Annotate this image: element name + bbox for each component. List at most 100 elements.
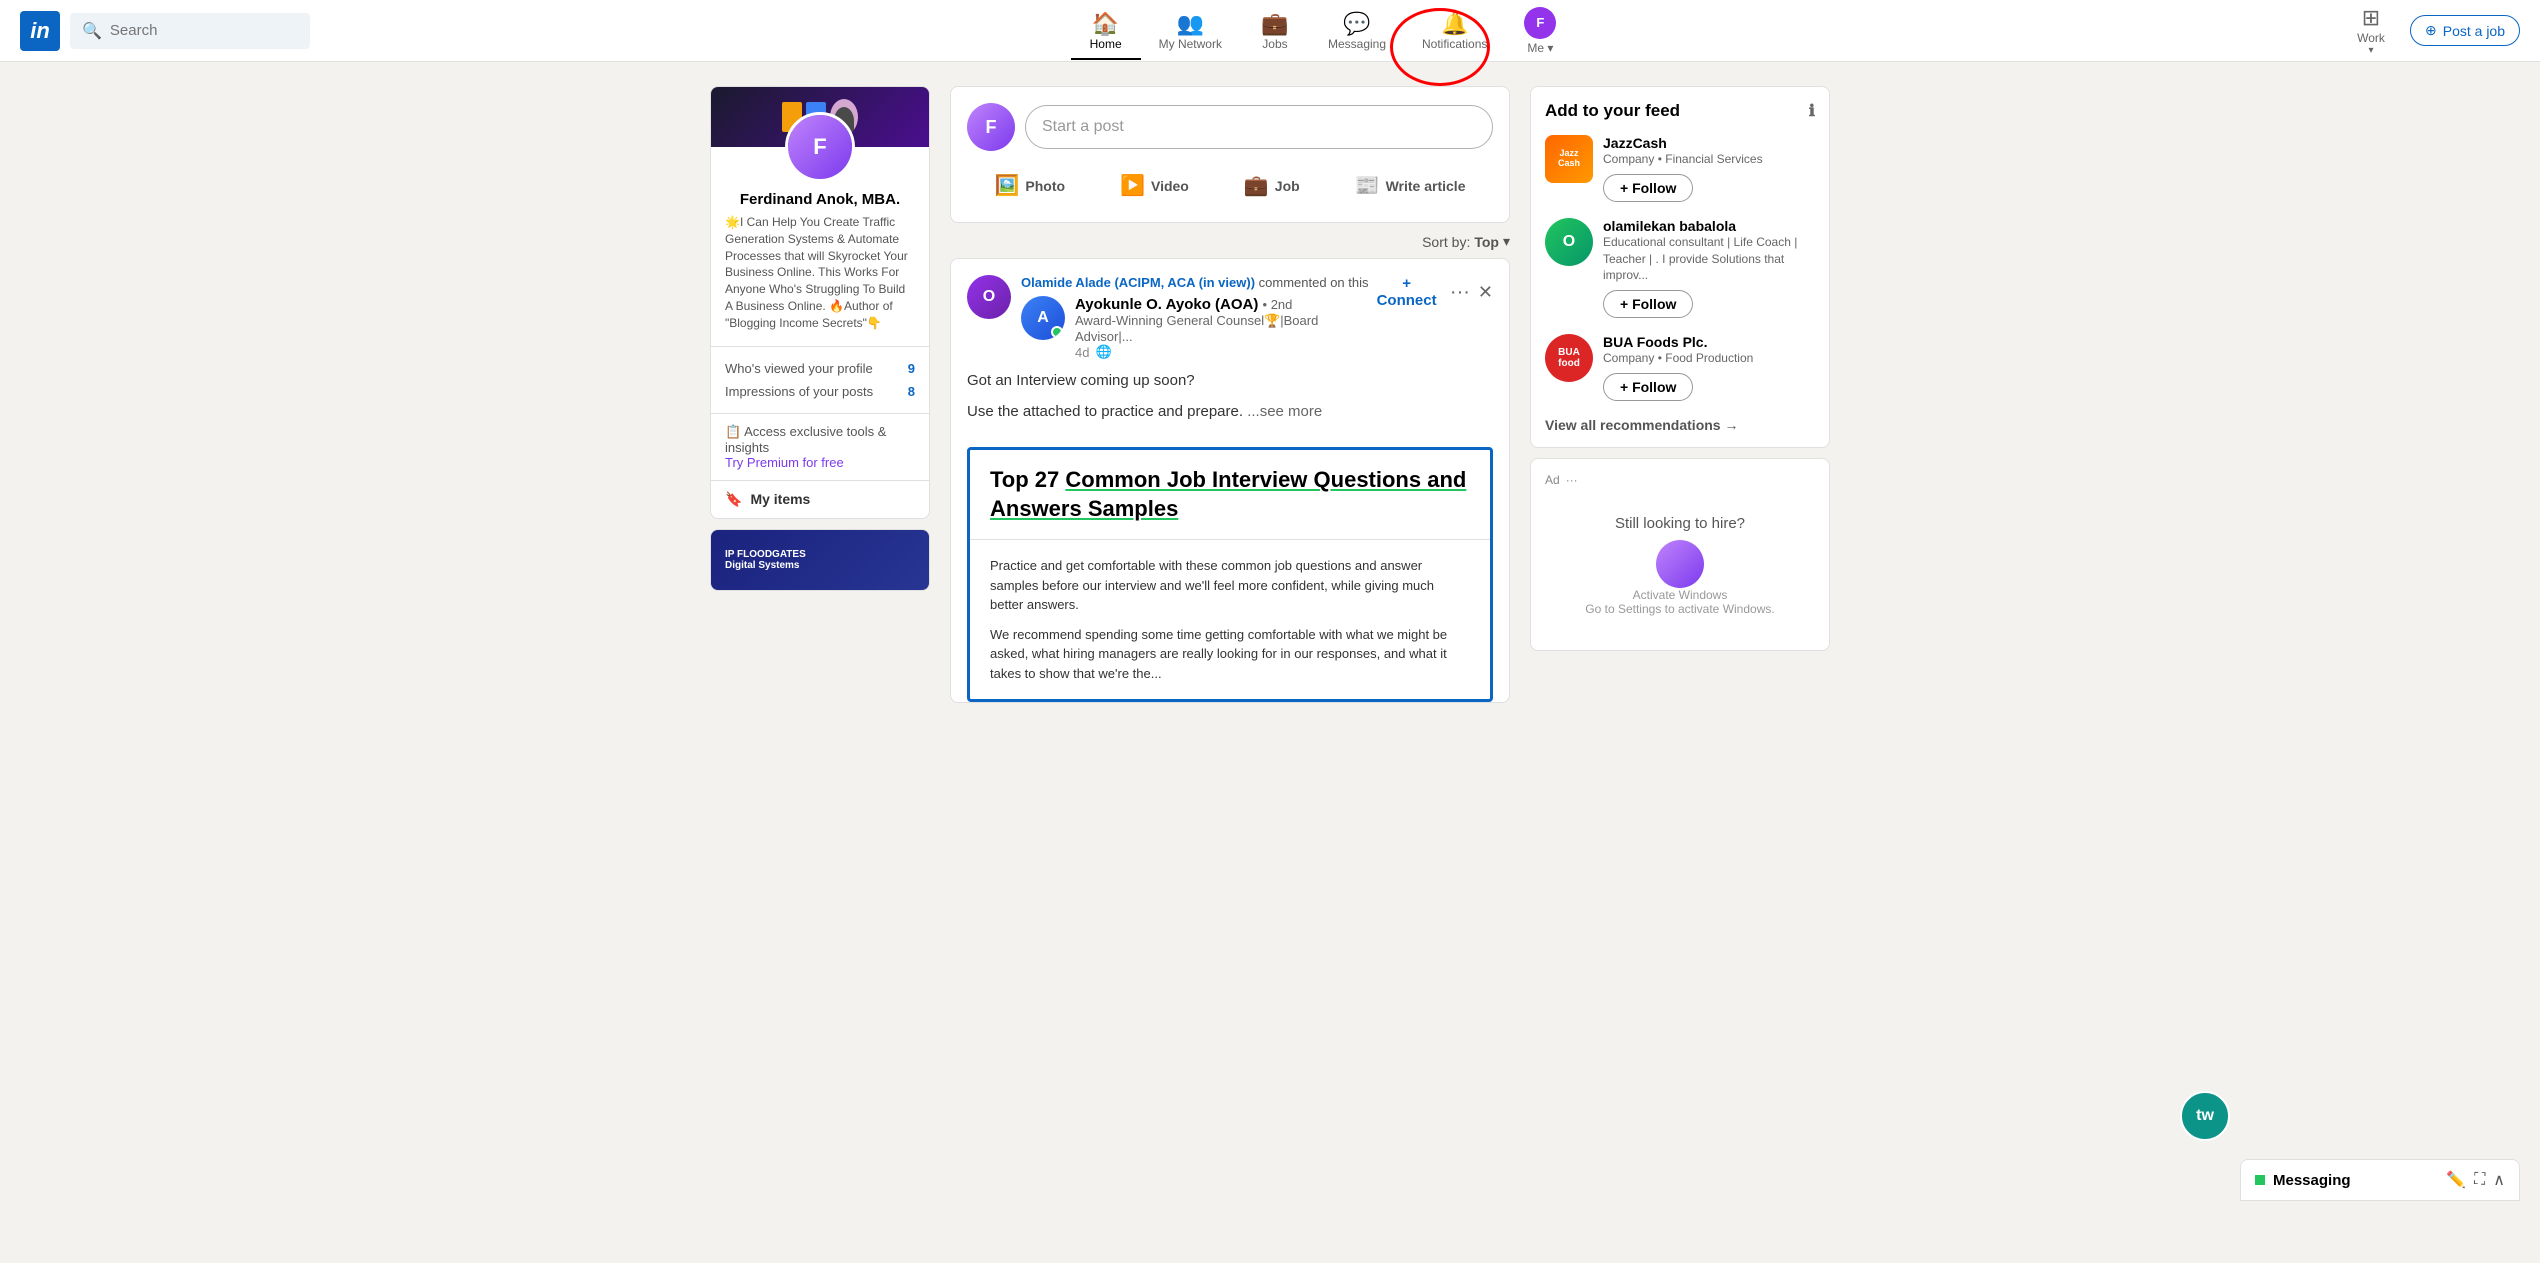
profile-name[interactable]: Ferdinand Anok, MBA. bbox=[725, 191, 915, 208]
poster-name[interactable]: Ayokunle O. Ayoko (AOA) • 2nd bbox=[1075, 296, 1371, 313]
premium-link[interactable]: Try Premium for free bbox=[725, 455, 844, 470]
post-action-job[interactable]: 💼 Job bbox=[1232, 165, 1312, 206]
header-right: ⊞ Work ▾ ⊕ Post a job bbox=[2336, 0, 2520, 64]
olamilekan-avatar: O bbox=[1545, 218, 1593, 266]
messaging-bar: Messaging ✏️ ⛶ ∧ bbox=[2240, 1159, 2520, 1201]
search-box[interactable]: 🔍 bbox=[70, 13, 310, 49]
tw-avatar[interactable]: tw bbox=[2180, 1091, 2230, 1141]
premium-text: Access exclusive tools & insights bbox=[725, 424, 886, 455]
olamilekan-letter: O bbox=[1563, 233, 1575, 251]
stat-row-views[interactable]: Who's viewed your profile 9 bbox=[725, 357, 915, 380]
nav-item-notifications[interactable]: 🔔 Notifications bbox=[1404, 3, 1505, 59]
image-body-text2: We recommend spending some time getting … bbox=[990, 625, 1470, 684]
home-icon: 🏠 bbox=[1092, 11, 1119, 37]
post-action-article[interactable]: 📰 Write article bbox=[1343, 165, 1478, 206]
avatar-inner: F bbox=[788, 115, 852, 179]
commenter-action: commented on this bbox=[1259, 275, 1369, 290]
expand-button[interactable]: ⛶ bbox=[2474, 1171, 2485, 1189]
ad-card: Ad ··· Still looking to hire? Activate W… bbox=[1530, 458, 1830, 651]
rec-name-olamilekan[interactable]: olamilekan babalola bbox=[1603, 218, 1815, 234]
rec-info-bua: BUA Foods Plc. Company • Food Production… bbox=[1603, 334, 1815, 401]
video-label: Video bbox=[1151, 178, 1189, 194]
image-body-text1: Practice and get comfortable with these … bbox=[990, 556, 1470, 615]
rec-item-jazzcash: JazzCash JazzCash Company • Financial Se… bbox=[1545, 135, 1815, 202]
body-line2-text: Use the attached to practice and prepare… bbox=[967, 403, 1243, 420]
post-job-button[interactable]: ⊕ Post a job bbox=[2410, 15, 2520, 46]
premium-section: 📋 Access exclusive tools & insights Try … bbox=[711, 413, 929, 480]
ad-more-icon[interactable]: ··· bbox=[1566, 473, 1578, 487]
stat-label-views: Who's viewed your profile bbox=[725, 361, 873, 376]
connect-button[interactable]: + Connect bbox=[1371, 275, 1442, 309]
nav-item-me[interactable]: F Me ▾ bbox=[1505, 0, 1575, 63]
post-meta: Olamide Alade (ACIPM, ACA (in view)) com… bbox=[1021, 275, 1371, 360]
follow-button-olamilekan[interactable]: + Follow bbox=[1603, 290, 1693, 318]
rec-type-jazzcash: Company bbox=[1603, 152, 1654, 166]
search-icon: 🔍 bbox=[82, 21, 102, 41]
premium-emoji: 📋 bbox=[725, 424, 744, 439]
post-action-video[interactable]: ▶️ Video bbox=[1108, 165, 1201, 206]
rec-type-bua: Company bbox=[1603, 351, 1654, 365]
rec-name-jazzcash[interactable]: JazzCash bbox=[1603, 135, 1815, 151]
follow-button-jazzcash[interactable]: + Follow bbox=[1603, 174, 1693, 202]
post-action-photo[interactable]: 🖼️ Photo bbox=[983, 165, 1078, 206]
nav-item-messaging[interactable]: 💬 Messaging bbox=[1310, 3, 1404, 59]
collapse-button[interactable]: ∧ bbox=[2493, 1170, 2505, 1190]
poster-info: Ayokunle O. Ayoko (AOA) • 2nd Award-Winn… bbox=[1075, 296, 1371, 360]
header: in 🔍 🏠 Home 👥 My Network 💼 Jobs 💬 Messag… bbox=[0, 0, 2540, 62]
poster-name-text: Ayokunle O. Ayoko (AOA) bbox=[1075, 296, 1258, 313]
ad-label: Ad ··· bbox=[1545, 473, 1815, 487]
nav-item-home[interactable]: 🏠 Home bbox=[1071, 3, 1141, 59]
messaging-title: Messaging bbox=[2255, 1172, 2351, 1189]
my-items-label: My items bbox=[750, 491, 810, 507]
post-input[interactable]: Start a post bbox=[1025, 105, 1493, 149]
sort-value[interactable]: Top bbox=[1474, 234, 1499, 250]
post-text-line1: Got an Interview coming up soon? bbox=[967, 370, 1493, 393]
rec-info-olamilekan: olamilekan babalola Educational consulta… bbox=[1603, 218, 1815, 318]
sort-label: Sort by: bbox=[1422, 234, 1470, 250]
feed-sort: Sort by: Top ▾ bbox=[950, 233, 1510, 250]
compose-button[interactable]: ✏️ bbox=[2446, 1170, 2466, 1190]
messaging-icon: 💬 bbox=[1343, 11, 1370, 37]
nav-item-network[interactable]: 👥 My Network bbox=[1141, 3, 1240, 59]
title-bold: Top 27 bbox=[990, 467, 1065, 492]
work-chevron: ▾ bbox=[2368, 45, 2373, 56]
left-sidebar: F Ferdinand Anok, MBA. 🌟I Can Help You C… bbox=[710, 86, 930, 713]
see-more[interactable]: ...see more bbox=[1247, 403, 1322, 420]
jobs-icon: 💼 bbox=[1261, 11, 1288, 37]
article-label: Write article bbox=[1386, 178, 1466, 194]
poster-avatar: A bbox=[1021, 296, 1065, 340]
rec-item-olamilekan: O olamilekan babalola Educational consul… bbox=[1545, 218, 1815, 318]
ad-hire-content bbox=[1545, 540, 1815, 588]
photo-label: Photo bbox=[1025, 178, 1065, 194]
stat-row-impressions[interactable]: Impressions of your posts 8 bbox=[725, 380, 915, 403]
post-avatar: F bbox=[967, 103, 1015, 151]
nav-label-jobs: Jobs bbox=[1262, 37, 1287, 51]
floodgates-banner: IP FLOODGATESDigital Systems bbox=[711, 530, 929, 590]
ad-content: Still looking to hire? Activate Windows … bbox=[1545, 495, 1815, 636]
rec-name-bua[interactable]: BUA Foods Plc. bbox=[1603, 334, 1815, 350]
search-input[interactable] bbox=[110, 22, 298, 39]
info-icon: ℹ bbox=[1809, 101, 1815, 121]
my-items[interactable]: 🔖 My items bbox=[711, 480, 929, 518]
avatar-letter: F bbox=[813, 134, 826, 160]
post-job-icon: ⊕ bbox=[2425, 22, 2437, 39]
notifications-icon: 🔔 bbox=[1441, 11, 1468, 37]
ad-avatar bbox=[1656, 540, 1704, 588]
commenter-name[interactable]: Olamide Alade (ACIPM, ACA (in view)) bbox=[1021, 275, 1255, 290]
follow-button-bua[interactable]: + Follow bbox=[1603, 373, 1693, 401]
post-close-button[interactable]: ✕ bbox=[1478, 282, 1493, 303]
post-card-0: O Olamide Alade (ACIPM, ACA (in view)) c… bbox=[950, 258, 1510, 703]
feed: F Start a post 🖼️ Photo ▶️ Video 💼 Job bbox=[950, 86, 1510, 713]
post-actions: 🖼️ Photo ▶️ Video 💼 Job 📰 Write article bbox=[967, 165, 1493, 206]
linkedin-logo[interactable]: in bbox=[20, 11, 60, 51]
view-all-recommendations[interactable]: View all recommendations → bbox=[1545, 417, 1815, 433]
post-image-header: Top 27 Common Job Interview Questions an… bbox=[970, 450, 1490, 540]
work-grid-icon: ⊞ bbox=[2362, 5, 2380, 31]
profile-avatar[interactable]: F bbox=[785, 112, 855, 182]
nav-item-jobs[interactable]: 💼 Jobs bbox=[1240, 3, 1310, 59]
nav-item-work[interactable]: ⊞ Work ▾ bbox=[2336, 0, 2406, 64]
post-box: F Start a post 🖼️ Photo ▶️ Video 💼 Job bbox=[950, 86, 1510, 223]
photo-icon: 🖼️ bbox=[995, 173, 1020, 198]
post-more-button[interactable]: ··· bbox=[1450, 281, 1470, 304]
network-icon: 👥 bbox=[1177, 11, 1204, 37]
